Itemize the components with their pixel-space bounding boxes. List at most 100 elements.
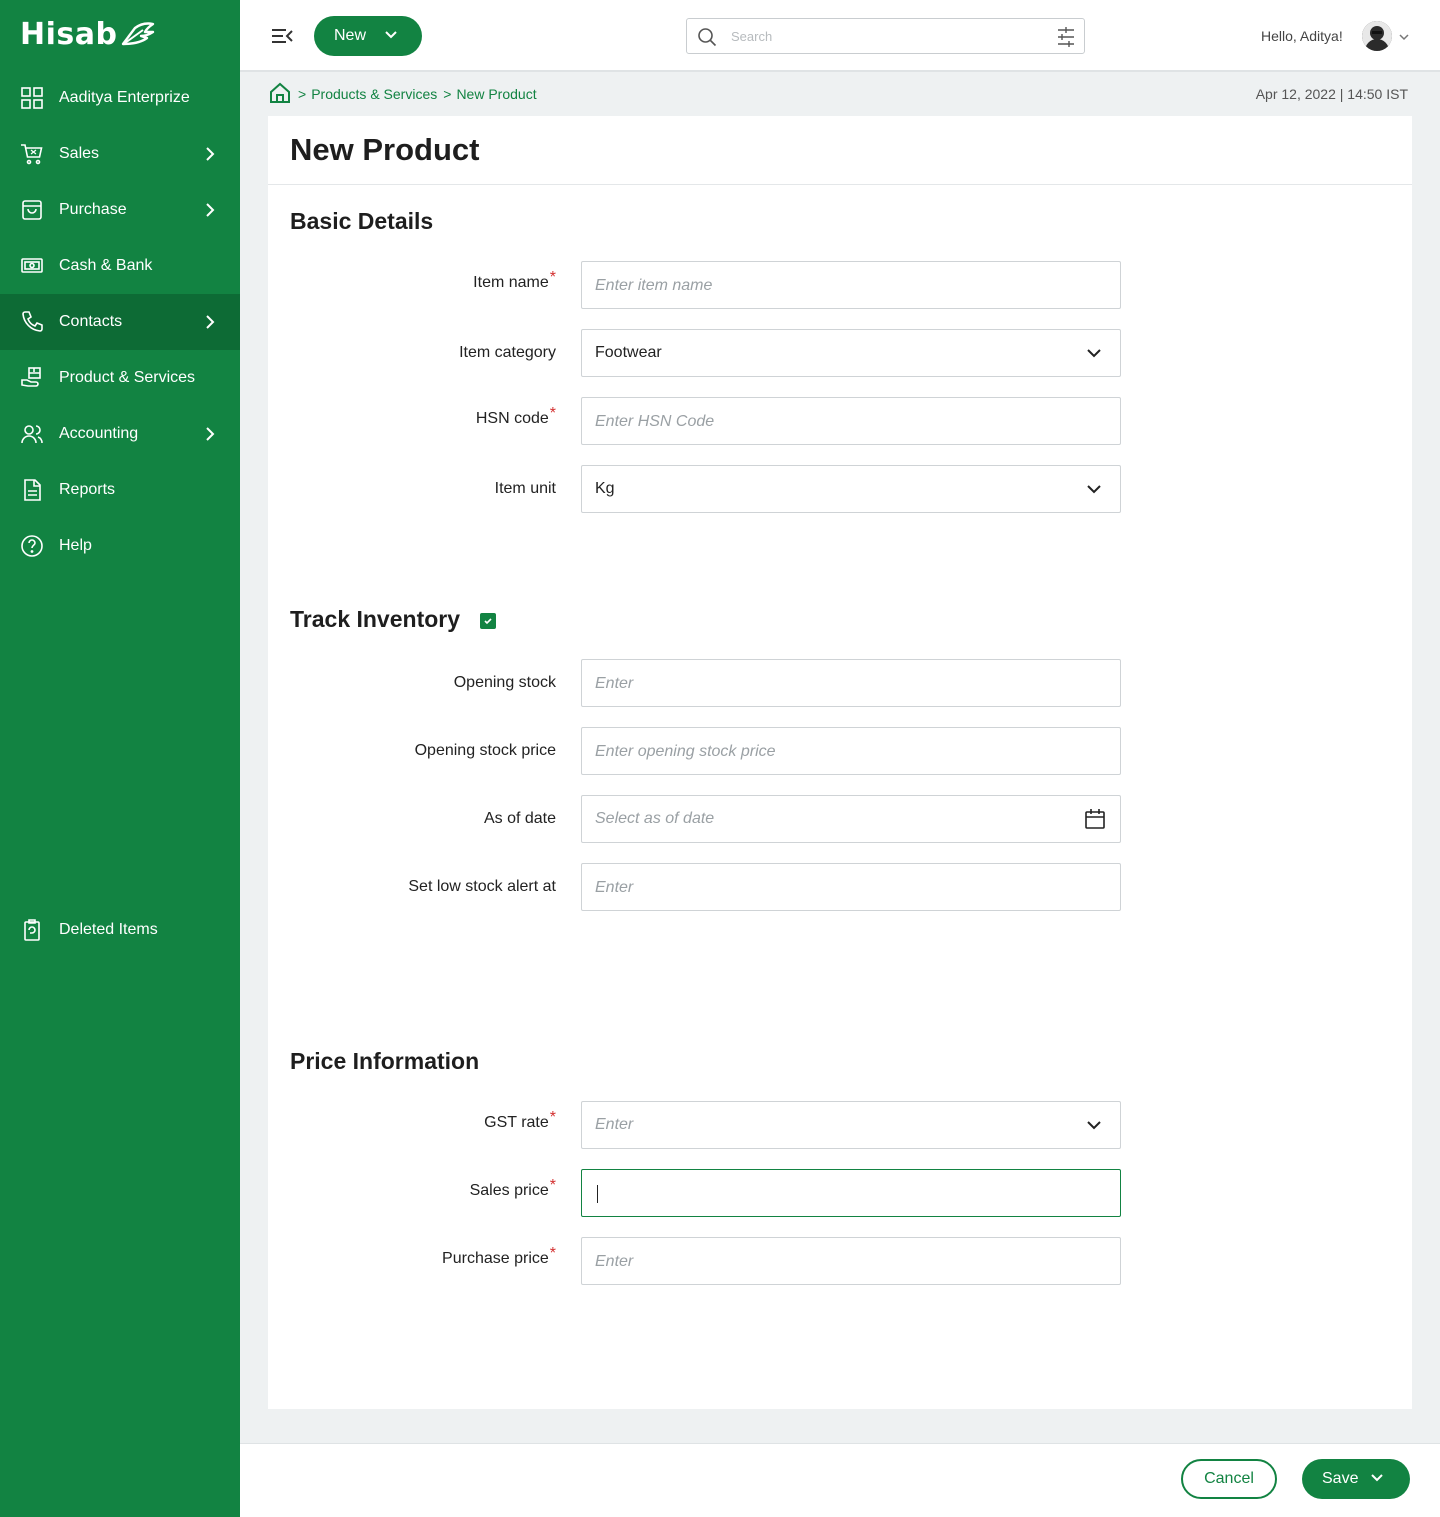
as-of-date-field[interactable]: Select as of date	[581, 795, 1121, 843]
sales-price-label-text: Sales price	[469, 1182, 549, 1199]
form-card: New Product Basic Details Item name* Ite…	[268, 116, 1412, 1409]
sidebar-item-label: Deleted Items	[59, 921, 158, 938]
chevron-right-icon	[200, 424, 220, 444]
sales-price-label: Sales price*	[290, 1177, 556, 1200]
track-inventory-checkbox[interactable]	[480, 613, 496, 629]
as-of-date-label: As of date	[483, 810, 556, 827]
bag-icon	[20, 198, 44, 222]
document-icon	[20, 478, 44, 502]
required-marker: *	[549, 1177, 556, 1194]
sidebar-item-contacts[interactable]: Contacts	[0, 294, 240, 350]
required-marker: *	[549, 405, 556, 422]
logo-text: Hisab	[20, 16, 118, 52]
item-category-value: Footwear	[595, 344, 662, 361]
hsn-code-label: HSN code*	[290, 405, 556, 428]
required-marker: *	[549, 1109, 556, 1126]
breadcrumb-current: New Product	[456, 86, 537, 102]
users-icon	[20, 422, 44, 446]
sidebar-item-label: Contacts	[59, 313, 123, 330]
divider	[268, 184, 1412, 185]
sidebar-item-help[interactable]: Help	[0, 518, 240, 574]
section-title-basic: Basic Details	[290, 208, 434, 234]
purchase-price-input[interactable]	[595, 1251, 1065, 1273]
search-box	[686, 18, 1085, 54]
opening-stock-price-label: Opening stock price	[414, 742, 556, 759]
gst-rate-label: GST rate*	[290, 1109, 556, 1132]
purchase-price-label: Purchase price*	[290, 1245, 556, 1268]
opening-stock-price-field	[581, 727, 1121, 775]
text-cursor	[597, 1185, 598, 1203]
product-box-icon	[20, 366, 44, 390]
opening-stock-field	[581, 659, 1121, 707]
chevron-down-icon[interactable]	[1398, 30, 1410, 48]
as-of-date-placeholder: Select as of date	[595, 810, 715, 827]
trash-icon	[20, 918, 44, 942]
calendar-icon[interactable]	[1084, 808, 1106, 835]
sidebar-item-label: Product & Services	[59, 369, 196, 386]
cart-icon	[20, 142, 44, 166]
sidebar-item-label: Sales	[59, 145, 100, 162]
gst-rate-placeholder: Enter	[595, 1116, 634, 1133]
hsn-code-input[interactable]	[595, 411, 1065, 433]
sidebar-item-accounting[interactable]: Accounting	[0, 406, 240, 462]
item-name-input[interactable]	[595, 275, 1065, 297]
purchase-price-label-text: Purchase price	[442, 1250, 549, 1267]
sales-price-field	[581, 1169, 1121, 1217]
new-button[interactable]: New	[314, 16, 422, 56]
help-circle-icon	[20, 534, 44, 558]
user-greeting: Hello, Aditya!	[1261, 28, 1343, 44]
opening-stock-input[interactable]	[595, 673, 1065, 695]
purchase-price-field	[581, 1237, 1121, 1285]
sidebar-item-product-services[interactable]: Product & Services	[0, 350, 240, 406]
sidebar-item-label: Help	[59, 537, 92, 554]
cash-icon	[20, 254, 44, 278]
item-name-field	[581, 261, 1121, 309]
sidebar-item-cash-bank[interactable]: Cash & Bank	[0, 238, 240, 294]
item-unit-value: Kg	[595, 480, 615, 497]
menu-collapse-icon[interactable]	[270, 24, 294, 48]
item-category-label: Item category	[459, 344, 556, 361]
sales-price-input[interactable]	[595, 1183, 1065, 1205]
avatar[interactable]	[1362, 21, 1392, 51]
sidebar-item-label: Accounting	[59, 425, 139, 442]
item-category-select[interactable]: Footwear	[581, 329, 1121, 377]
hsn-code-label-text: HSN code	[475, 410, 549, 427]
save-button-label: Save	[1322, 1470, 1359, 1487]
topbar: New Hello, Aditya!	[240, 0, 1440, 72]
item-unit-label: Item unit	[494, 480, 556, 497]
sidebar-item-deleted[interactable]: Deleted Items	[0, 902, 240, 958]
form-footer: Cancel Save	[240, 1443, 1440, 1517]
sidebar-item-sales[interactable]: Sales	[0, 126, 240, 182]
breadcrumb-separator: >	[443, 86, 452, 102]
sidebar-item-purchase[interactable]: Purchase	[0, 182, 240, 238]
item-name-label: Item name*	[290, 269, 556, 292]
filter-sliders-icon[interactable]	[1056, 26, 1076, 53]
app-logo[interactable]: Hisab	[20, 16, 155, 52]
breadcrumb: > Products & Services > New Product	[268, 82, 537, 106]
chevron-down-icon	[384, 28, 398, 47]
item-unit-select[interactable]: Kg	[581, 465, 1121, 513]
grid-icon	[20, 86, 44, 110]
chevron-down-icon	[1086, 1117, 1102, 1138]
required-marker: *	[549, 1245, 556, 1262]
section-title-price: Price Information	[290, 1048, 480, 1074]
search-icon	[697, 27, 717, 52]
search-input[interactable]	[731, 25, 1041, 47]
breadcrumb-products-services[interactable]: Products & Services	[311, 86, 437, 102]
chevron-right-icon	[200, 200, 220, 220]
save-button[interactable]: Save	[1302, 1459, 1410, 1499]
low-stock-field	[581, 863, 1121, 911]
home-icon[interactable]	[268, 81, 292, 108]
opening-stock-price-input[interactable]	[595, 741, 1065, 763]
sidebar-item-reports[interactable]: Reports	[0, 462, 240, 518]
item-name-label-text: Item name	[473, 274, 549, 291]
low-stock-input[interactable]	[595, 877, 1065, 899]
chevron-right-icon	[200, 144, 220, 164]
sidebar-item-business[interactable]: Aaditya Enterprize	[0, 70, 240, 126]
logo-leaf-icon	[122, 22, 155, 46]
gst-rate-select[interactable]: Enter	[581, 1101, 1121, 1149]
cancel-button[interactable]: Cancel	[1181, 1459, 1277, 1499]
section-title-inventory: Track Inventory	[290, 606, 461, 632]
new-button-label: New	[334, 27, 367, 44]
sidebar-item-label: Purchase	[59, 201, 127, 218]
